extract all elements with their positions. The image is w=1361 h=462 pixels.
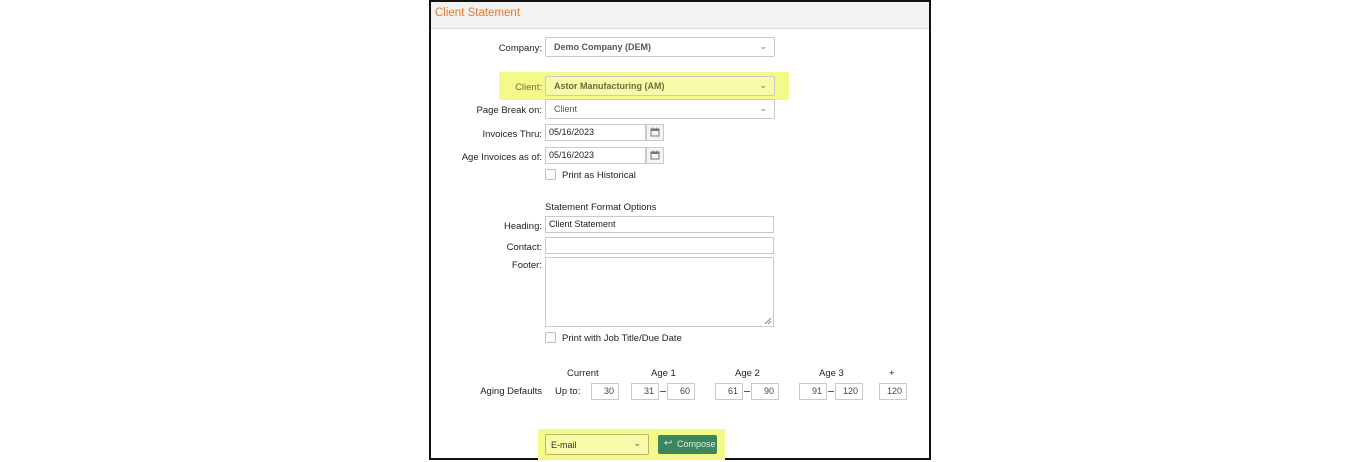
company-select[interactable]: Demo Company (DEM) ⌄ bbox=[545, 37, 775, 57]
chevron-down-icon: ⌄ bbox=[759, 41, 767, 51]
aging-header-current: Current bbox=[567, 368, 599, 379]
aging-upto-label: Up to: bbox=[555, 386, 581, 397]
page-break-value: Client bbox=[554, 104, 578, 114]
footer-textarea[interactable] bbox=[545, 257, 774, 327]
aging-age1-to-value: 60 bbox=[679, 386, 690, 396]
compose-button[interactable]: ↩ Compose bbox=[658, 435, 717, 454]
aging-age2-to-input[interactable]: 90 bbox=[751, 383, 779, 400]
print-historical-checkbox[interactable] bbox=[545, 169, 556, 180]
range-dash bbox=[744, 391, 750, 392]
age-invoices-value: 05/16/2023 bbox=[549, 150, 595, 160]
age-invoices-input[interactable]: 05/16/2023 bbox=[545, 147, 646, 164]
aging-current-value: 30 bbox=[603, 386, 614, 396]
print-historical-label: Print as Historical bbox=[562, 170, 636, 181]
output-method-select[interactable]: E-mail ⌄ bbox=[545, 434, 649, 455]
invoices-thru-label: Invoices Thru: bbox=[482, 129, 543, 140]
aging-age3-to-value: 120 bbox=[842, 386, 858, 396]
print-job-title-label: Print with Job Title/Due Date bbox=[562, 333, 682, 344]
heading-label: Heading: bbox=[503, 221, 542, 232]
aging-age2-to-value: 90 bbox=[763, 386, 774, 396]
company-value: Demo Company (DEM) bbox=[554, 42, 652, 52]
client-select[interactable]: Astor Manufacturing (AM) ⌄ bbox=[545, 76, 775, 96]
reply-icon: ↩ bbox=[664, 438, 673, 449]
aging-age1-to-input[interactable]: 60 bbox=[667, 383, 695, 400]
range-dash bbox=[828, 391, 834, 392]
aging-defaults-label: Aging Defaults bbox=[480, 386, 542, 397]
panel-header: Client Statement bbox=[431, 2, 929, 29]
client-statement-panel: Client Statement Company: Demo Company (… bbox=[429, 0, 931, 460]
aging-header-plus: + bbox=[889, 368, 895, 379]
range-dash bbox=[660, 391, 666, 392]
aging-age3-to-input[interactable]: 120 bbox=[835, 383, 863, 400]
company-label: Company: bbox=[498, 43, 542, 54]
calendar-icon[interactable] bbox=[646, 124, 664, 141]
chevron-down-icon: ⌄ bbox=[759, 80, 767, 90]
aging-age3-from-value: 91 bbox=[811, 386, 822, 396]
heading-value: Client Statement bbox=[549, 219, 616, 229]
aging-age1-from-input[interactable]: 31 bbox=[631, 383, 659, 400]
aging-age1-from-value: 31 bbox=[643, 386, 654, 396]
print-job-title-checkbox[interactable] bbox=[545, 332, 556, 343]
aging-header-age1: Age 1 bbox=[651, 368, 676, 379]
aging-current-input[interactable]: 30 bbox=[591, 383, 619, 400]
format-section-title: Statement Format Options bbox=[545, 202, 657, 213]
chevron-down-icon: ⌄ bbox=[633, 438, 641, 448]
aging-age3-from-input[interactable]: 91 bbox=[799, 383, 827, 400]
invoices-thru-input[interactable]: 05/16/2023 bbox=[545, 124, 646, 141]
heading-input[interactable]: Client Statement bbox=[545, 216, 774, 233]
age-invoices-label: Age Invoices as of: bbox=[461, 152, 542, 163]
aging-age2-from-input[interactable]: 61 bbox=[715, 383, 743, 400]
aging-age2-from-value: 61 bbox=[727, 386, 738, 396]
chevron-down-icon: ⌄ bbox=[759, 103, 767, 113]
panel-title: Client Statement bbox=[435, 7, 521, 19]
aging-header-age2: Age 2 bbox=[735, 368, 760, 379]
resize-handle-icon[interactable] bbox=[764, 317, 772, 325]
output-method-value: E-mail bbox=[551, 440, 577, 450]
compose-label: Compose bbox=[677, 439, 716, 449]
aging-header-age3: Age 3 bbox=[819, 368, 844, 379]
page-break-select[interactable]: Client ⌄ bbox=[545, 99, 775, 119]
page-break-label: Page Break on: bbox=[476, 105, 543, 116]
calendar-icon[interactable] bbox=[646, 147, 664, 164]
client-label: Client: bbox=[515, 82, 542, 93]
contact-label: Contact: bbox=[506, 242, 542, 253]
footer-label: Footer: bbox=[511, 260, 542, 271]
invoices-thru-value: 05/16/2023 bbox=[549, 127, 595, 137]
aging-plus-input[interactable]: 120 bbox=[879, 383, 907, 400]
client-value: Astor Manufacturing (AM) bbox=[554, 81, 665, 91]
aging-plus-value: 120 bbox=[886, 386, 902, 396]
contact-input[interactable] bbox=[545, 237, 774, 254]
